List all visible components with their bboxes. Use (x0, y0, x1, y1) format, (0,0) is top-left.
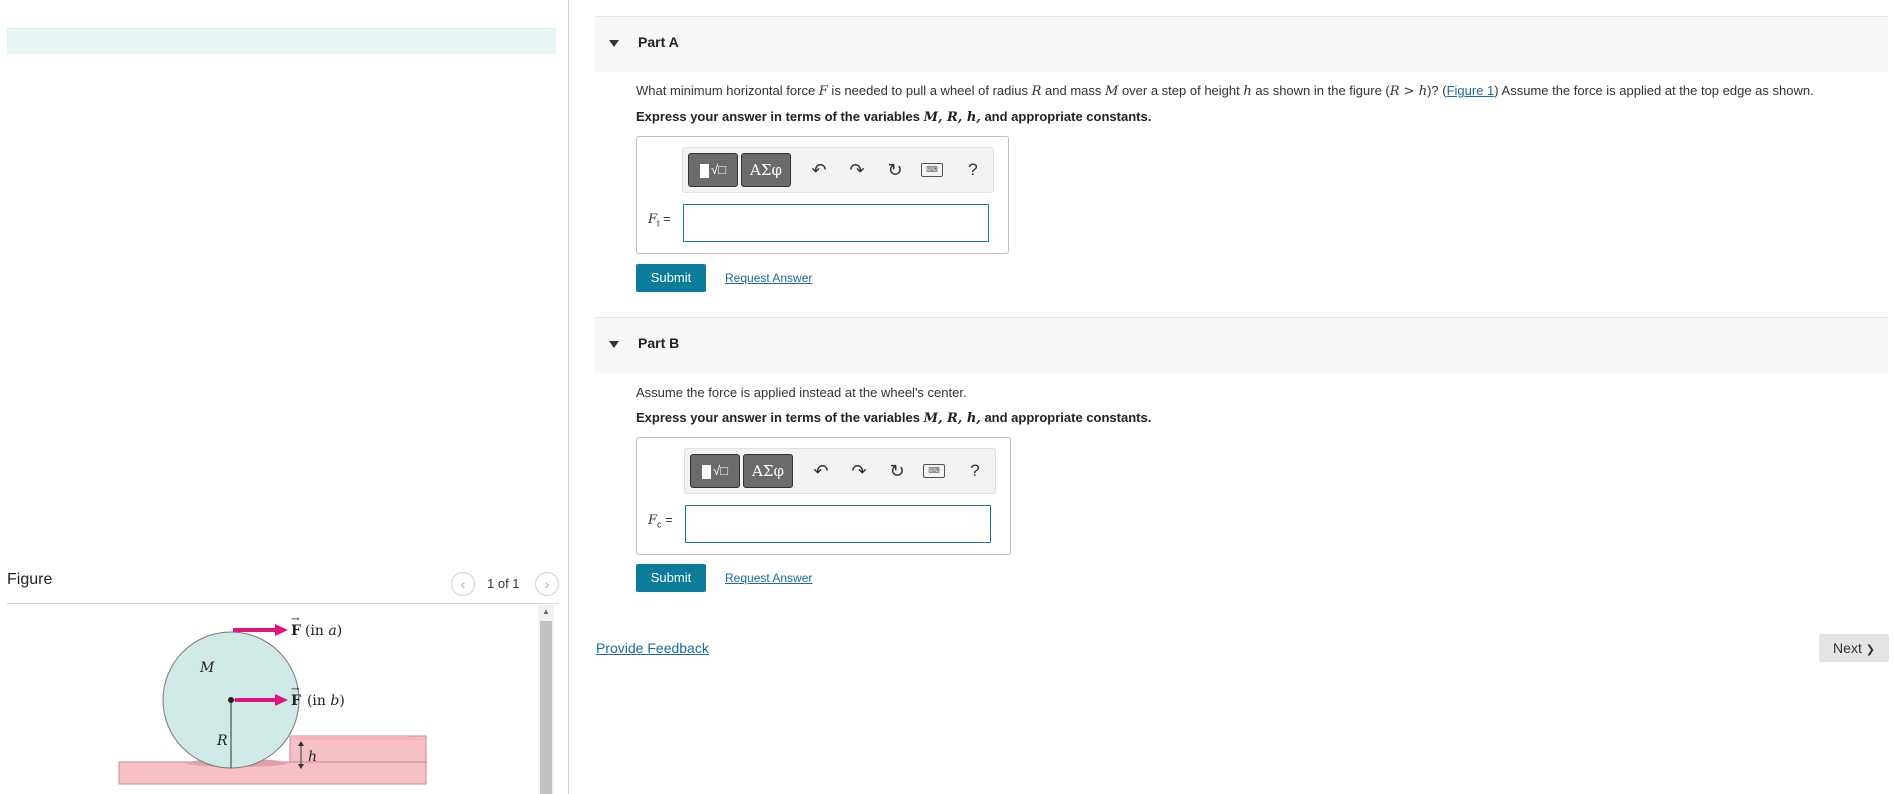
caret-down-icon[interactable] (609, 40, 619, 47)
templates-icon: √□ (713, 463, 728, 478)
templates-button[interactable]: √□ (690, 454, 740, 488)
part-b-question: Assume the force is applied instead at t… (636, 385, 967, 400)
part-a-submit-button[interactable]: Submit (636, 264, 706, 292)
left-pane: Figure ‹ 1 of 1 › F (in a) → F (in b) → … (0, 0, 568, 794)
part-a-header[interactable]: Part A (595, 16, 1888, 72)
force-a-label: F (in a) (291, 623, 342, 639)
step-top (290, 736, 426, 740)
radius-label: R (216, 733, 228, 749)
force-a-arrowhead (275, 624, 288, 636)
mass-label: M (199, 660, 215, 676)
scroll-thumb[interactable] (540, 621, 552, 794)
part-b-instruction: Express your answer in terms of the vari… (636, 410, 1152, 426)
keyboard-icon[interactable]: ⌨ (923, 464, 945, 478)
part-b-submit-button[interactable]: Submit (636, 564, 706, 592)
wheel-step-diagram: F (in a) → F (in b) → M R h (118, 614, 427, 785)
force-a-vector-mark: → (291, 614, 300, 625)
next-label: Next (1833, 640, 1862, 656)
undo-icon[interactable]: ↶ (808, 159, 830, 181)
chevron-right-icon: ❯ (1865, 644, 1875, 656)
help-icon[interactable]: ? (964, 460, 986, 482)
part-a-answer-box: √□ ΑΣφ ↶ ↷ ↻ ⌨ ? Ft = (636, 136, 1009, 254)
wheel-center (228, 697, 234, 703)
figure-header: Figure ‹ 1 of 1 › (7, 560, 559, 604)
caret-down-icon[interactable] (609, 341, 619, 348)
part-b-answer-input[interactable] (685, 505, 991, 543)
math-toolbar: √□ ΑΣφ ↶ ↷ ↻ ⌨ ? (684, 448, 996, 494)
part-b-title: Part B (638, 335, 680, 351)
redo-icon[interactable]: ↷ (848, 460, 870, 482)
greek-symbols-button[interactable]: ΑΣφ (743, 454, 793, 488)
part-a-answer-label: Ft = (648, 211, 671, 229)
redo-icon[interactable]: ↷ (846, 159, 868, 181)
templates-icon: √□ (711, 162, 726, 177)
reset-icon[interactable]: ↻ (886, 460, 908, 482)
figure-scrollbar[interactable]: ▲ (538, 605, 554, 794)
math-toolbar: √□ ΑΣφ ↶ ↷ ↻ ⌨ ? (682, 147, 994, 193)
info-banner (7, 28, 556, 54)
part-b-header[interactable]: Part B (595, 317, 1888, 373)
undo-icon[interactable]: ↶ (810, 460, 832, 482)
figure-image: F (in a) → F (in b) → M R h (7, 605, 537, 794)
force-b-label: F (in b) (291, 693, 345, 709)
part-b-answer-label: Fc = (648, 512, 673, 530)
scroll-up-icon[interactable]: ▲ (538, 605, 554, 619)
figure-counter: 1 of 1 (487, 576, 520, 591)
part-b-request-answer-link[interactable]: Request Answer (725, 571, 812, 585)
chevron-right-icon: › (544, 576, 550, 592)
keyboard-icon[interactable]: ⌨ (921, 163, 943, 177)
force-b-vector-mark: → (291, 684, 300, 695)
height-label: h (308, 749, 317, 765)
help-icon[interactable]: ? (962, 159, 984, 181)
part-a-answer-input[interactable] (683, 204, 989, 242)
figure-prev-button[interactable]: ‹ (451, 572, 475, 596)
templates-button[interactable]: √□ (688, 153, 738, 187)
chevron-left-icon: ‹ (460, 576, 466, 592)
part-a-request-answer-link[interactable]: Request Answer (725, 271, 812, 285)
part-a-title: Part A (638, 34, 679, 50)
pane-divider[interactable] (568, 0, 569, 794)
part-b-answer-box: √□ ΑΣφ ↶ ↷ ↻ ⌨ ? Fc = (636, 437, 1011, 555)
greek-symbols-button[interactable]: ΑΣφ (741, 153, 791, 187)
figure-next-button[interactable]: › (535, 572, 559, 596)
provide-feedback-link[interactable]: Provide Feedback (596, 640, 709, 656)
next-button[interactable]: Next ❯ (1819, 634, 1889, 662)
figure-title: Figure (7, 571, 53, 588)
figure-1-link[interactable]: Figure 1 (1447, 83, 1495, 98)
part-a-question: What minimum horizontal force F is neede… (636, 83, 1814, 99)
reset-icon[interactable]: ↻ (884, 159, 906, 181)
part-a-instruction: Express your answer in terms of the vari… (636, 109, 1152, 125)
